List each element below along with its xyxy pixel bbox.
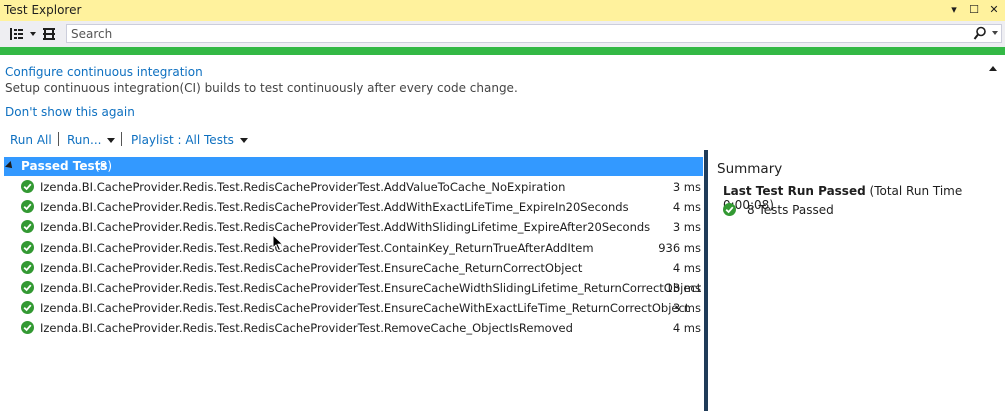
playlist-dropdown-button[interactable]: Playlist : All Tests bbox=[131, 133, 248, 147]
passed-count-link[interactable]: 8 Tests Passed bbox=[747, 203, 834, 217]
toolbar bbox=[0, 21, 1005, 47]
test-name: Izenda.BI.CacheProvider.Redis.Test.Redis… bbox=[40, 321, 573, 336]
group-by-icon bbox=[10, 28, 23, 40]
group-by-dropdown[interactable] bbox=[28, 25, 38, 43]
dont-show-again-link[interactable]: Don't show this again bbox=[5, 105, 135, 119]
test-name: Izenda.BI.CacheProvider.Redis.Test.Redis… bbox=[40, 200, 629, 215]
test-duration: 13 ms bbox=[665, 280, 701, 295]
run-dropdown-button[interactable]: Run... bbox=[67, 133, 116, 147]
window-controls: ▾ ☐ ✕ bbox=[947, 2, 1001, 18]
command-separator bbox=[58, 132, 59, 146]
test-list: Izenda.BI.CacheProvider.Redis.Test.Redis… bbox=[0, 177, 704, 339]
passed-check-icon bbox=[21, 180, 34, 193]
test-name: Izenda.BI.CacheProvider.Redis.Test.Redis… bbox=[40, 260, 583, 275]
run-all-button[interactable]: Run All bbox=[10, 133, 52, 147]
passed-check-icon bbox=[21, 280, 34, 294]
search-box bbox=[66, 24, 1002, 43]
test-name: Izenda.BI.CacheProvider.Redis.Test.Redis… bbox=[40, 180, 566, 194]
last-run-label: Last Test Run Passed bbox=[723, 184, 866, 198]
configure-ci-link[interactable]: Configure continuous integration bbox=[5, 65, 203, 79]
expand-arrow-icon[interactable] bbox=[5, 161, 15, 171]
test-row[interactable]: Izenda.BI.CacheProvider.Redis.Test.Redis… bbox=[0, 298, 704, 318]
search-options-dropdown[interactable] bbox=[992, 31, 998, 35]
passed-check-icon bbox=[21, 260, 34, 274]
test-row[interactable]: Izenda.BI.CacheProvider.Redis.Test.Redis… bbox=[0, 197, 704, 217]
command-separator bbox=[121, 132, 122, 146]
close-icon[interactable]: ✕ bbox=[987, 2, 1001, 18]
test-duration: 3 ms bbox=[672, 301, 701, 316]
test-row[interactable]: Izenda.BI.CacheProvider.Redis.Test.Redis… bbox=[0, 177, 704, 197]
ci-description: Setup continuous integration(CI) builds … bbox=[5, 81, 518, 95]
test-row[interactable]: Izenda.BI.CacheProvider.Redis.Test.Redis… bbox=[0, 238, 704, 258]
passed-check-icon bbox=[21, 200, 34, 214]
chevron-down-icon bbox=[30, 32, 36, 36]
group-count: (8) bbox=[95, 159, 112, 173]
test-name: Izenda.BI.CacheProvider.Redis.Test.Redis… bbox=[40, 240, 594, 255]
passed-check-icon bbox=[21, 301, 34, 315]
test-name: Izenda.BI.CacheProvider.Redis.Test.Redis… bbox=[40, 220, 651, 235]
pane-splitter[interactable] bbox=[704, 150, 708, 411]
chevron-down-icon bbox=[107, 138, 116, 143]
list-icon bbox=[43, 28, 55, 40]
mouse-cursor-icon bbox=[272, 234, 284, 252]
test-row[interactable]: Izenda.BI.CacheProvider.Redis.Test.Redis… bbox=[0, 217, 704, 237]
test-name: Izenda.BI.CacheProvider.Redis.Test.Redis… bbox=[40, 301, 690, 316]
summary-title: Summary bbox=[717, 161, 783, 177]
test-duration: 3 ms bbox=[672, 180, 701, 194]
passed-check-icon bbox=[21, 321, 34, 335]
passed-tests-group-header[interactable]: Passed Tests (8) bbox=[4, 157, 703, 176]
test-duration: 3 ms bbox=[672, 220, 701, 235]
window-title: Test Explorer bbox=[4, 3, 82, 17]
group-by-button[interactable] bbox=[6, 25, 28, 43]
test-row[interactable]: Izenda.BI.CacheProvider.Redis.Test.Redis… bbox=[0, 318, 704, 338]
run-label: Run... bbox=[67, 133, 102, 147]
test-duration: 4 ms bbox=[672, 260, 701, 275]
passed-check-icon bbox=[21, 220, 34, 234]
title-bar: Test Explorer ▾ ☐ ✕ bbox=[0, 0, 1005, 21]
test-name: Izenda.BI.CacheProvider.Redis.Test.Redis… bbox=[40, 280, 702, 295]
test-run-progress-bar bbox=[0, 47, 1005, 55]
maximize-icon[interactable]: ☐ bbox=[967, 2, 981, 18]
playlist-options-button[interactable] bbox=[40, 25, 58, 43]
search-icon[interactable] bbox=[973, 26, 987, 41]
playlist-label: Playlist : All Tests bbox=[131, 133, 234, 147]
collapse-banner-icon[interactable] bbox=[989, 66, 997, 71]
passed-check-icon bbox=[723, 203, 736, 216]
window-menu-icon[interactable]: ▾ bbox=[947, 2, 961, 18]
search-input[interactable] bbox=[71, 26, 961, 41]
test-duration: 4 ms bbox=[672, 321, 701, 336]
test-row[interactable]: Izenda.BI.CacheProvider.Redis.Test.Redis… bbox=[0, 258, 704, 278]
test-duration: 4 ms bbox=[672, 200, 701, 215]
passed-check-icon bbox=[21, 240, 34, 254]
test-row[interactable]: Izenda.BI.CacheProvider.Redis.Test.Redis… bbox=[0, 278, 704, 298]
chevron-down-icon bbox=[239, 138, 248, 143]
test-duration: 936 ms bbox=[658, 240, 701, 255]
